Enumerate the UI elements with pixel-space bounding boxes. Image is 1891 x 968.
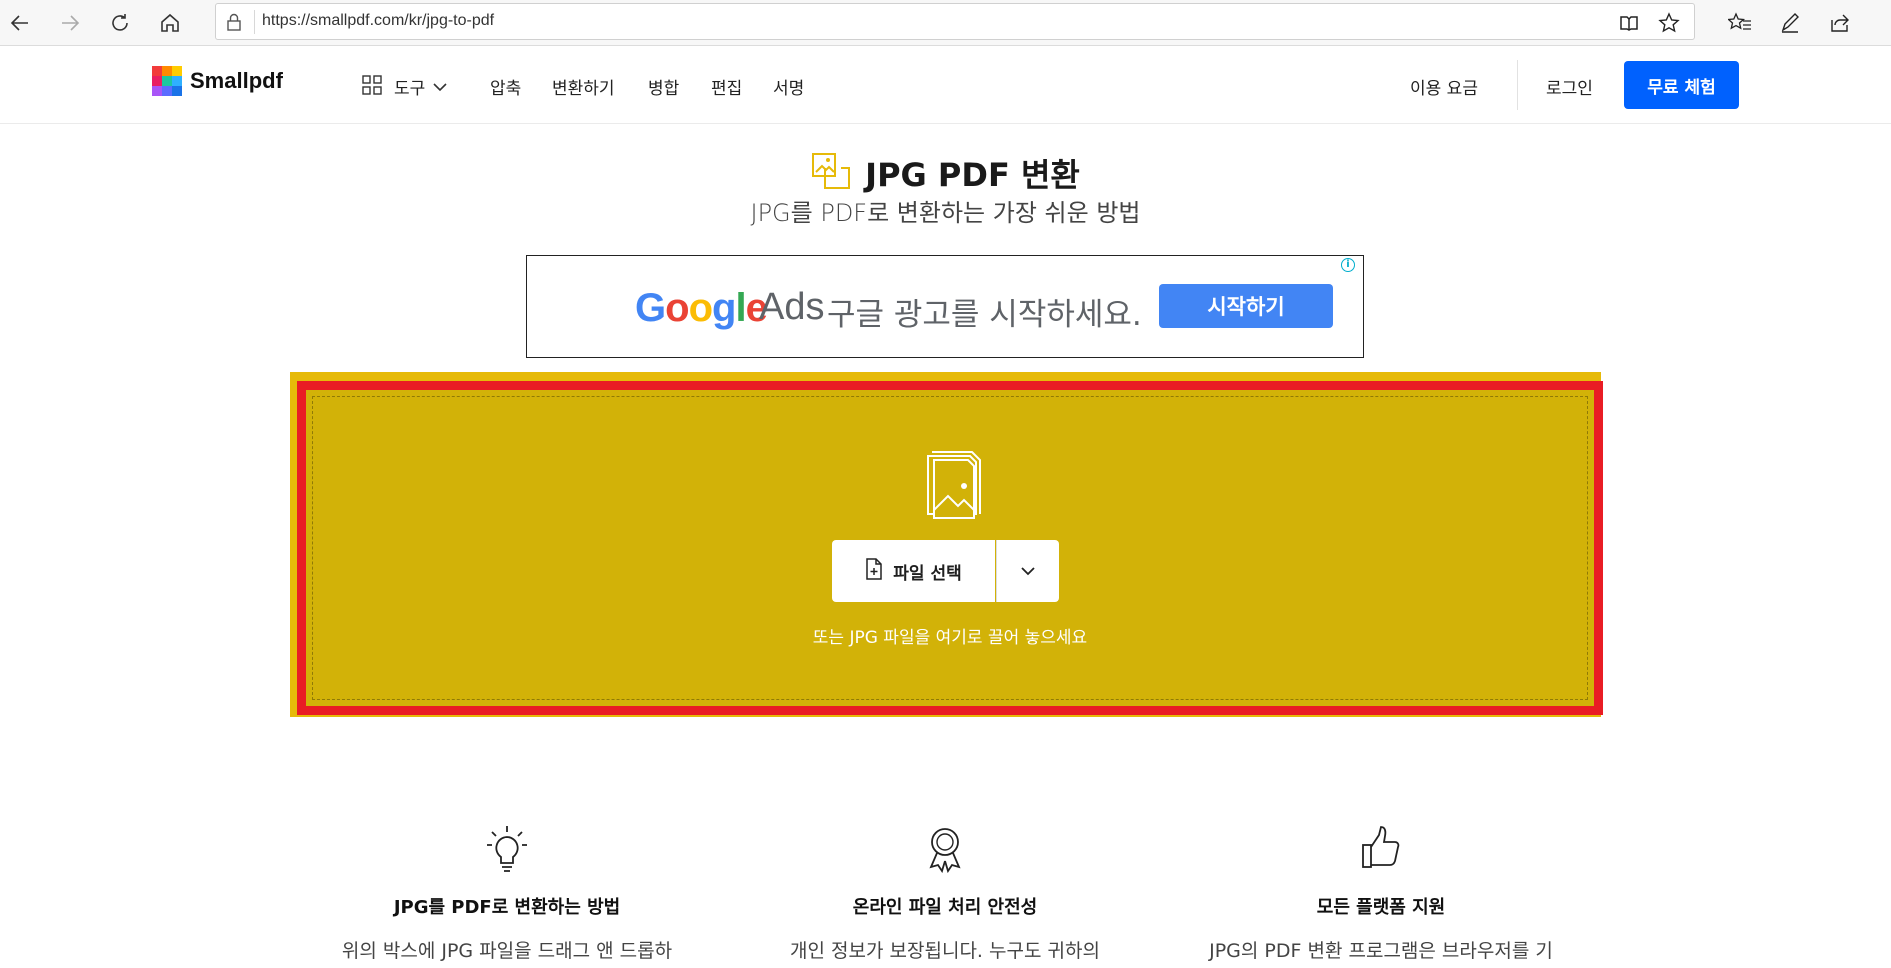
browser-toolbar: https://smallpdf.com/kr/jpg-to-pdf	[0, 0, 1891, 46]
favorites-list-icon[interactable]	[1726, 9, 1754, 37]
url-text[interactable]: https://smallpdf.com/kr/jpg-to-pdf	[262, 12, 494, 30]
login-link[interactable]: 로그인	[1546, 74, 1593, 99]
lightbulb-icon	[317, 825, 697, 873]
feature-desc: 개인 정보가 보장됩니다. 누구도 귀하의	[790, 940, 1100, 962]
ad-start-button[interactable]: 시작하기	[1159, 284, 1333, 328]
file-add-icon	[865, 557, 883, 585]
google-ads-banner[interactable]: i Google Ads 구글 광고를 시작하세요. 시작하기	[526, 255, 1364, 358]
refresh-icon[interactable]	[106, 9, 134, 37]
nav-sign[interactable]: 서명	[773, 74, 804, 99]
feature-security: 온라인 파일 처리 안전성 개인 정보가 보장됩니다. 누구도 귀하의	[755, 825, 1135, 965]
free-trial-button[interactable]: 무료 체험	[1624, 61, 1739, 109]
nav-edit[interactable]: 편집	[711, 74, 742, 99]
share-icon[interactable]	[1826, 9, 1854, 37]
chevron-down-icon	[1021, 564, 1035, 579]
nav-convert[interactable]: 변환하기	[552, 74, 615, 99]
address-divider	[254, 10, 255, 34]
pricing-link[interactable]: 이용 요금	[1410, 74, 1478, 99]
choose-file-button[interactable]: 파일 선택	[832, 540, 995, 602]
feature-how-to: JPG를 PDF로 변환하는 방법 위의 박스에 JPG 파일을 드래그 앤 드…	[317, 825, 697, 965]
ad-google-logo: Google	[635, 286, 768, 330]
nav-merge[interactable]: 병합	[648, 74, 679, 99]
feature-title: JPG를 PDF로 변환하는 방법	[393, 897, 621, 918]
award-ribbon-icon	[755, 825, 1135, 873]
tools-menu[interactable]: 도구	[362, 74, 447, 99]
feature-desc: 위의 박스에 JPG 파일을 드래그 앤 드롭하	[341, 940, 673, 962]
logo-text: Smallpdf	[190, 68, 283, 93]
jpg-to-pdf-icon	[811, 152, 851, 194]
tools-label: 도구	[394, 79, 426, 99]
reading-view-icon[interactable]	[1618, 12, 1640, 34]
feature-all-platforms: 모든 플랫폼 지원 JPG의 PDF 변환 프로그램은 브라우저를 기	[1191, 825, 1571, 965]
forward-icon[interactable]	[56, 9, 84, 37]
home-icon[interactable]	[156, 9, 184, 37]
ad-ads-label: Ads	[759, 286, 825, 328]
feature-title: 모든 플랫폼 지원	[1316, 897, 1446, 918]
lock-icon	[226, 13, 242, 35]
choose-file-label: 파일 선택	[893, 563, 962, 584]
address-bar[interactable]: https://smallpdf.com/kr/jpg-to-pdf	[215, 3, 1695, 40]
file-source-dropdown[interactable]	[996, 540, 1059, 602]
grid-icon	[362, 74, 382, 99]
ad-info-icon[interactable]: i	[1341, 258, 1355, 272]
feature-desc: JPG의 PDF 변환 프로그램은 브라우저를 기	[1209, 940, 1553, 962]
file-select-group: 파일 선택	[832, 540, 1059, 602]
page-title-row: JPG PDF 변환	[0, 150, 1891, 196]
back-icon[interactable]	[6, 9, 34, 37]
ad-text: 구글 광고를 시작하세요.	[827, 297, 1142, 333]
logo-mark-icon	[152, 66, 182, 96]
site-header: Smallpdf 도구 압축 변환하기 병합 편집 서명 이용 요금 로그인 무…	[0, 46, 1891, 124]
smallpdf-logo[interactable]: Smallpdf	[152, 66, 283, 96]
page-subtitle: JPG를 PDF로 변환하는 가장 쉬운 방법	[750, 199, 1141, 227]
page-title: JPG PDF 변환	[865, 156, 1080, 194]
pen-icon[interactable]	[1776, 9, 1804, 37]
header-divider	[1517, 60, 1518, 110]
drop-hint: 또는 JPG 파일을 여기로 끌어 놓으세요	[812, 628, 1088, 648]
file-dropzone[interactable]: 파일 선택 또는 JPG 파일을 여기로 끌어 놓으세요	[297, 381, 1603, 715]
stacked-images-icon	[922, 450, 988, 526]
thumbs-up-icon	[1191, 825, 1571, 873]
nav-compress[interactable]: 압축	[490, 74, 521, 99]
feature-title: 온라인 파일 처리 안전성	[852, 897, 1038, 918]
favorite-star-icon[interactable]	[1658, 12, 1680, 34]
chevron-down-icon	[433, 77, 447, 96]
